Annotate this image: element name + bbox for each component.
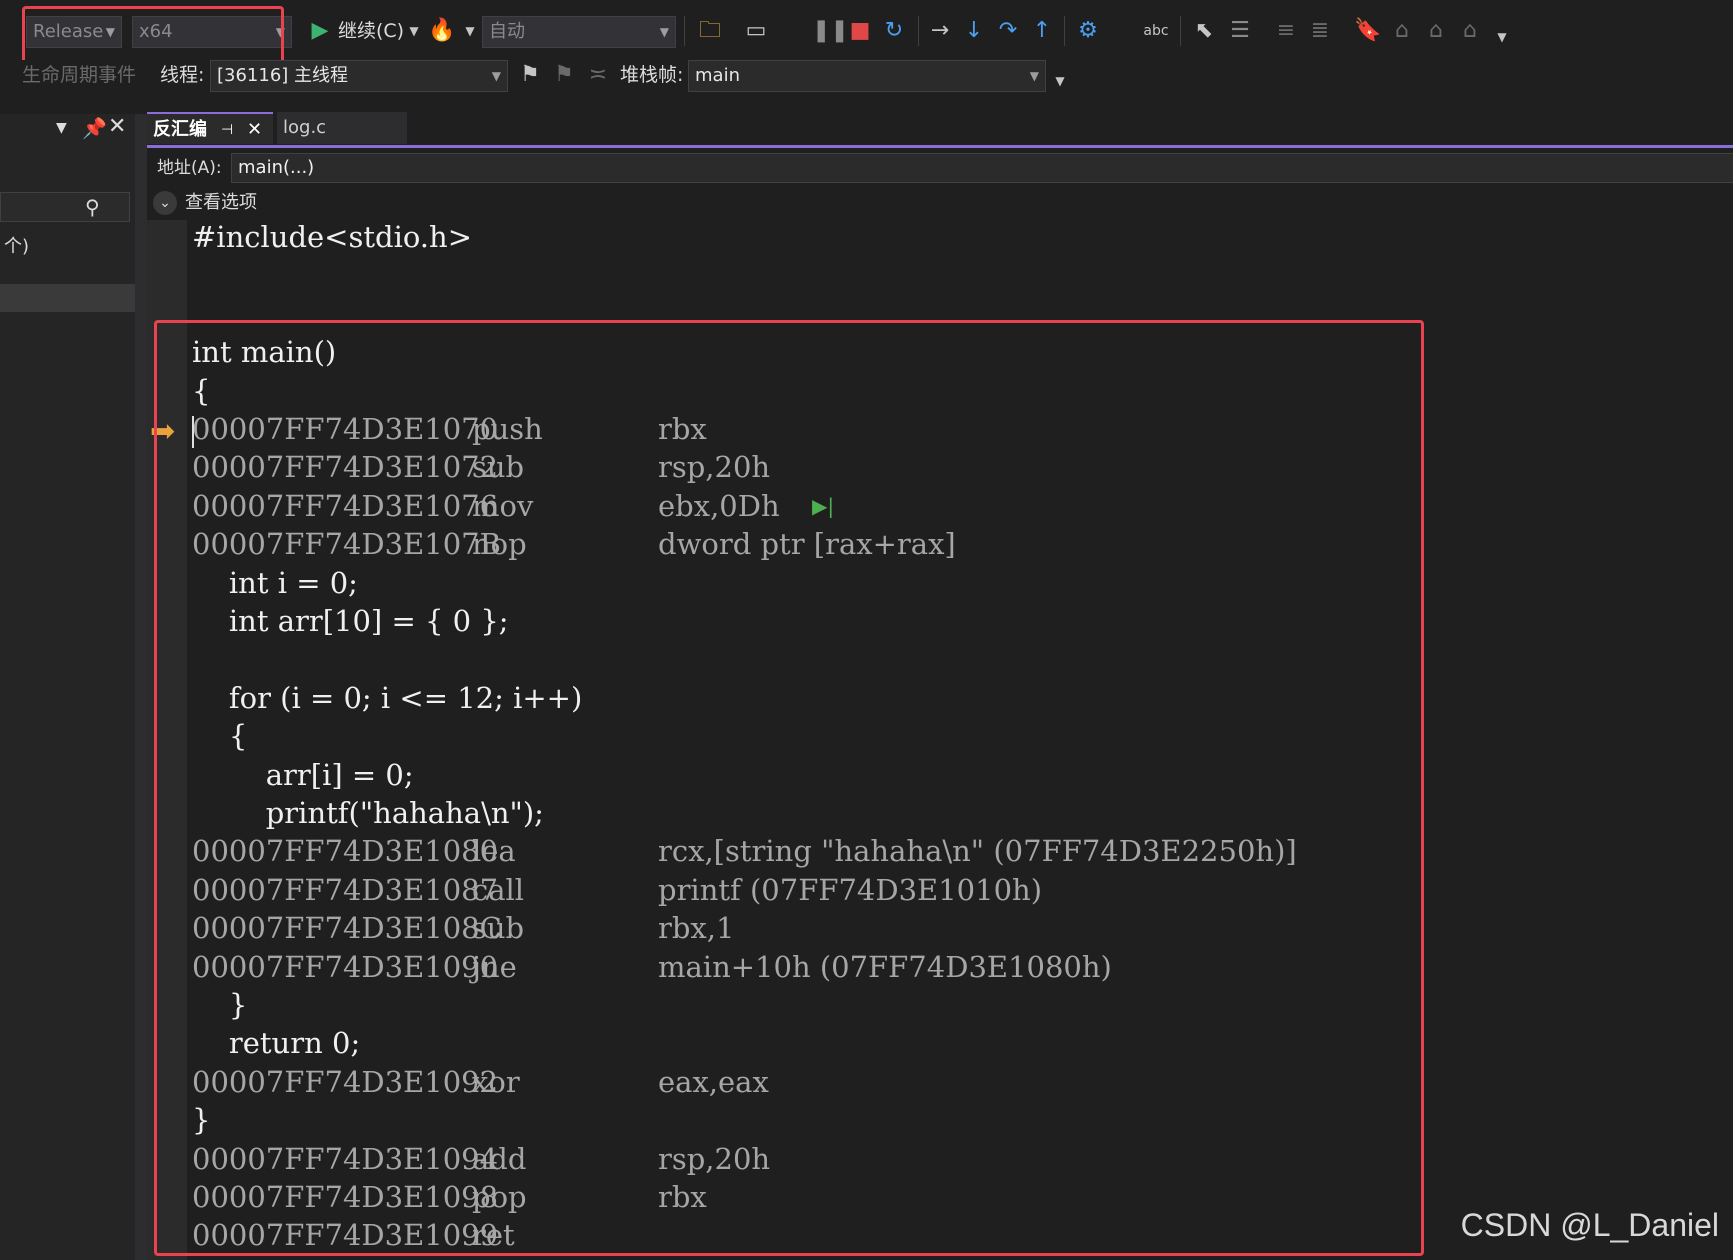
step-out-icon[interactable]: ↑ [1028, 16, 1056, 46]
clear-bookmarks-icon[interactable]: ⌂ [1456, 16, 1484, 46]
restart-icon[interactable]: ↻ [880, 16, 908, 46]
auto-dropdown[interactable]: 自动 ▼ [482, 16, 676, 48]
flag-icon[interactable]: ⚑ [516, 60, 544, 90]
watermark: CSDN @L_Daniel [1460, 1207, 1719, 1243]
pin-icon[interactable]: 📌 [82, 116, 107, 140]
continue-button[interactable]: 继续(C) [338, 16, 404, 46]
show-threads-icon[interactable]: ≍ [584, 60, 612, 90]
thread-dropdown[interactable]: [36116] 主线程 ▼ [210, 60, 508, 92]
chevron-down-icon: ▼ [491, 69, 501, 83]
address-input[interactable]: main(...) [231, 153, 1733, 183]
source-line[interactable]: #include<stdio.h> [192, 218, 1692, 256]
address-bar: 地址(A): main(...) [147, 150, 1733, 186]
indent-icon[interactable]: ≡ [1272, 16, 1300, 46]
continue-icon[interactable]: ▶ [306, 16, 334, 46]
tab-log-c[interactable]: log.c [277, 112, 407, 144]
bookmark-icon[interactable]: 🔖 [1354, 16, 1382, 46]
toolbar-separator [1180, 16, 1181, 46]
highlight-box-disassembly [154, 320, 1424, 1256]
view-options-label[interactable]: 查看选项 [185, 190, 257, 216]
source-line[interactable] [192, 256, 1692, 294]
next-bookmark-icon[interactable]: ⌂ [1422, 16, 1450, 46]
hot-reload-icon[interactable]: 🔥 [428, 16, 456, 46]
pin-icon[interactable]: ⊣ [221, 114, 233, 146]
chevron-down-icon: ▼ [1029, 69, 1039, 83]
outdent-icon[interactable]: ≣ [1306, 16, 1334, 46]
step-into-icon[interactable]: ↓ [960, 16, 988, 46]
chevron-down-icon: ▼ [659, 25, 669, 39]
search-icon: ⚲ [85, 195, 100, 219]
chevron-down-icon[interactable]: ▼ [1046, 66, 1074, 96]
source-text: #include<stdio.h> [192, 220, 472, 254]
flag-all-icon[interactable]: ⚑ [550, 60, 578, 90]
close-icon[interactable]: ✕ [108, 114, 126, 139]
tab-label: log.c [283, 117, 327, 138]
toolbar-separator [684, 16, 685, 46]
thread-value: [36116] 主线程 [217, 65, 349, 86]
panel-splitter[interactable] [135, 114, 147, 1260]
document-tabs: 反汇编 ⊣ ✕ log.c [147, 112, 1733, 146]
tab-label: 反汇编 [153, 119, 207, 140]
stackframe-caption: 堆栈帧: [620, 64, 684, 86]
pause-icon[interactable]: ❚❚ [812, 16, 849, 46]
debug-location-toolbar: 生命周期事件 线程: [36116] 主线程 ▼ ⚑ ⚑ ≍ 堆栈帧: main… [0, 60, 1733, 104]
chevron-down-icon[interactable]: ⌄ [153, 191, 177, 215]
tab-accent-line [147, 145, 1733, 148]
panel-menu-chevron-icon[interactable]: ▼ [56, 120, 67, 136]
spellcheck-icon[interactable]: abc [1142, 16, 1170, 46]
hex-display-icon[interactable]: ⚙ [1074, 16, 1102, 46]
thread-caption: 线程: [160, 64, 205, 86]
stop-icon[interactable]: ■ [846, 16, 874, 46]
highlight-box-config [22, 6, 284, 64]
toolbar-separator [1064, 16, 1065, 46]
address-label: 地址(A): [157, 158, 222, 178]
show-next-statement-icon[interactable]: → [926, 16, 954, 46]
tab-disassembly[interactable]: 反汇编 ⊣ ✕ [147, 112, 273, 144]
tree-item-text[interactable]: 个) [4, 232, 29, 258]
chevron-down-icon[interactable]: ▼ [456, 16, 484, 46]
close-icon[interactable]: ✕ [247, 114, 262, 146]
lifecycle-events-button[interactable]: 生命周期事件 [22, 60, 136, 90]
toolbar-separator [918, 16, 919, 46]
panel-search-input[interactable]: ⚲ [0, 192, 130, 222]
cursor-select-icon[interactable]: ⬉ [1190, 16, 1218, 46]
stackframe-value: main [695, 65, 740, 86]
prev-bookmark-icon[interactable]: ⌂ [1388, 16, 1416, 46]
solution-explorer-panel: ▼ 📌 ✕ ⚲ 个) [0, 114, 135, 1260]
debug-toolbar: Release ▼ x64 ▼ ▶ 继续(C) ▼ 🔥 ▼ 自动 ▼ 🗀 ▭ ❚… [0, 0, 1733, 64]
open-folder-icon[interactable]: 🗀 [696, 16, 724, 46]
step-over-icon[interactable]: ↷ [994, 16, 1022, 46]
tree-item-selected[interactable] [0, 284, 135, 312]
columns-icon[interactable]: ☰ [1226, 16, 1254, 46]
chevron-down-icon[interactable]: ▼ [1488, 22, 1516, 52]
window-layout-icon[interactable]: ▭ [742, 16, 770, 46]
stackframe-dropdown[interactable]: main ▼ [688, 60, 1046, 92]
chevron-down-icon[interactable]: ▼ [400, 16, 428, 46]
auto-value: 自动 [489, 21, 525, 42]
